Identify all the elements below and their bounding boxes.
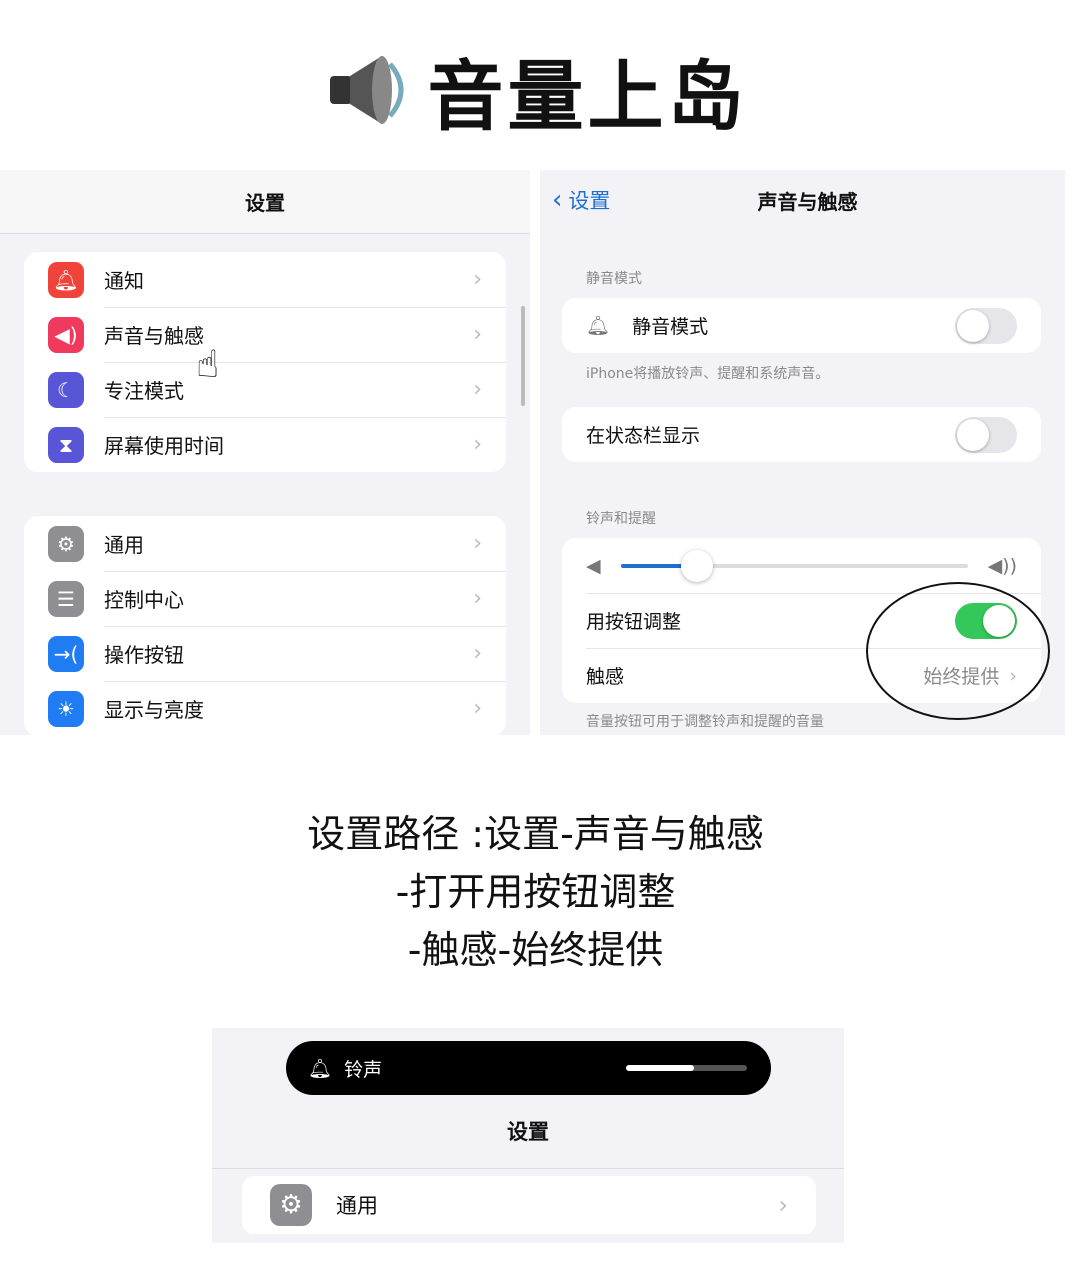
highlight-circle bbox=[866, 582, 1050, 720]
chevron-right-icon: › bbox=[473, 432, 482, 457]
speaker-icon bbox=[329, 56, 403, 124]
chevron-right-icon: › bbox=[473, 322, 482, 347]
chevron-right-icon: › bbox=[473, 267, 482, 292]
row-label: 通用 bbox=[336, 1194, 378, 1218]
section-footer: iPhone将播放铃声、提醒和系统声音。 bbox=[586, 366, 830, 382]
row-label: 用按钮调整 bbox=[586, 611, 682, 633]
gear-icon: ⚙ bbox=[270, 1184, 312, 1226]
row-label: 显示与亮度 bbox=[104, 698, 204, 722]
instruction-line: -打开用按钮调整 bbox=[395, 870, 676, 914]
settings-group-1: 🔔︎ 通知 › ◀) 声音与触感 › ☾ 专注模式 › ⧗ 屏幕使用时间 › bbox=[24, 252, 506, 472]
nav-title: 设置 bbox=[507, 1120, 549, 1144]
nav-title: 设置 bbox=[0, 170, 530, 234]
instruction-line: -触感-始终提供 bbox=[407, 928, 664, 972]
bell-icon: 🔔︎ bbox=[586, 315, 611, 337]
moon-icon: ☾ bbox=[48, 371, 84, 408]
island-label: 铃声 bbox=[344, 1058, 383, 1081]
row-label: 通知 bbox=[104, 269, 144, 293]
back-button[interactable]: ‹ 设置 bbox=[552, 185, 610, 215]
bell-icon: 🔔︎ bbox=[308, 1057, 333, 1080]
volume-slider[interactable] bbox=[620, 549, 968, 582]
settings-row[interactable]: ◀) 声音与触感 › bbox=[24, 307, 506, 362]
chevron-right-icon: › bbox=[473, 696, 482, 721]
island-volume-fill bbox=[626, 1065, 694, 1071]
status-bar-row: 在状态栏显示 bbox=[562, 407, 1041, 462]
chevron-right-icon: › bbox=[473, 531, 482, 556]
settings-group-2: ⚙ 通用 › ☰ 控制中心 › →( 操作按钮 › ☀ 显示与亮度 › bbox=[24, 516, 506, 735]
row-label: 操作按钮 bbox=[104, 643, 184, 667]
settings-screen: 设置 🔔︎ 通知 › ◀) 声音与触感 › ☾ 专注模式 › ⧗ 屏幕使用时间 › ⚙ 通用 › ☰ 控制中心… bbox=[0, 170, 530, 735]
row-label: 静音模式 bbox=[632, 316, 709, 338]
settings-row[interactable]: 🔔︎ 通知 › bbox=[24, 252, 506, 307]
volume-high-icon: ◀)) bbox=[987, 554, 1017, 577]
switches-icon: ☰ bbox=[48, 580, 84, 617]
section-header: 静音模式 bbox=[586, 271, 642, 287]
section-header: 铃声和提醒 bbox=[586, 511, 656, 527]
instruction-text: 设置路径 :设置-声音与触感 -打开用按钮调整 -触感-始终提供 bbox=[0, 805, 1071, 979]
speaker-wave-icon: ◀) bbox=[48, 316, 84, 353]
row-label: 控制中心 bbox=[104, 588, 184, 612]
chevron-right-icon: › bbox=[778, 1191, 788, 1219]
title-text: 音量上岛 bbox=[427, 52, 748, 141]
hand-cursor-icon: ☝ bbox=[196, 342, 220, 386]
silent-mode-row: 🔔︎ 静音模式 bbox=[562, 298, 1041, 353]
dynamic-island-volume: 🔔︎ 铃声 bbox=[286, 1041, 771, 1095]
chevron-right-icon: › bbox=[473, 586, 482, 611]
status-bar-toggle[interactable] bbox=[955, 416, 1017, 453]
settings-row[interactable]: ⚙ 通用 › bbox=[24, 516, 506, 571]
settings-row-general[interactable]: ⚙ 通用 › bbox=[242, 1176, 816, 1234]
back-label: 设置 bbox=[568, 189, 611, 213]
page-title: 音量上岛 bbox=[0, 40, 1071, 141]
row-label: 通用 bbox=[104, 533, 144, 557]
gear-icon: ⚙ bbox=[48, 525, 84, 562]
chevron-right-icon: › bbox=[473, 641, 482, 666]
hourglass-icon: ⧗ bbox=[48, 426, 84, 463]
settings-row[interactable]: ☰ 控制中心 › bbox=[24, 571, 506, 626]
instruction-line: 设置路径 :设置-声音与触感 bbox=[307, 812, 764, 856]
row-label: 专注模式 bbox=[104, 379, 184, 403]
settings-row[interactable]: →( 操作按钮 › bbox=[24, 626, 506, 681]
silent-mode-toggle[interactable] bbox=[955, 307, 1017, 344]
sun-icon: ☀ bbox=[48, 690, 84, 727]
chevron-left-icon: ‹ bbox=[552, 185, 563, 215]
row-label: 在状态栏显示 bbox=[586, 425, 701, 447]
settings-row[interactable]: ☾ 专注模式 › bbox=[24, 362, 506, 417]
row-label: 触感 bbox=[586, 666, 625, 688]
row-label: 屏幕使用时间 bbox=[104, 434, 224, 458]
settings-row[interactable]: ⧗ 屏幕使用时间 › bbox=[24, 417, 506, 472]
chevron-right-icon: › bbox=[473, 377, 482, 402]
island-volume-bar bbox=[626, 1065, 747, 1071]
sound-haptics-screen: ‹ 设置 声音与触感 静音模式 🔔︎ 静音模式 iPhone将播放铃声、提醒和系统声… bbox=[540, 170, 1065, 735]
nav-title: 声音与触感 bbox=[757, 189, 858, 214]
row-label: 声音与触感 bbox=[104, 324, 204, 348]
action-button-icon: →( bbox=[48, 635, 84, 672]
settings-row[interactable]: ☀ 显示与亮度 › bbox=[24, 681, 506, 735]
bell-badge-icon: 🔔︎ bbox=[48, 261, 84, 298]
volume-thumb[interactable] bbox=[680, 549, 713, 582]
scrollbar[interactable] bbox=[521, 306, 525, 406]
volume-low-icon: ◀ bbox=[586, 554, 601, 577]
